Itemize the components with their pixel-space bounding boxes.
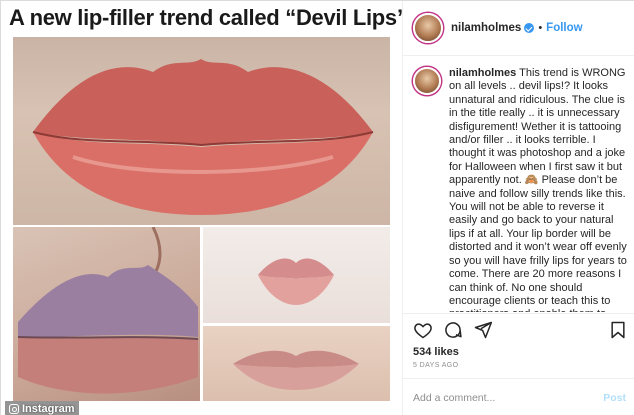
post-button[interactable]: Post [603,392,626,404]
lips-closeup-photo [13,37,390,225]
likes-count[interactable]: 534 likes [413,346,459,358]
caption-text: This trend is WRONG on all levels .. dev… [449,67,627,312]
lips-profile-photo [13,227,200,401]
follow-button[interactable]: Follow [546,22,582,34]
lips-profile-illustration [17,227,199,394]
post-side-panel: nilamholmes • Follow nilamholmes This tr… [402,1,634,415]
action-bar [403,313,634,345]
header-separator: • [538,22,543,34]
lips-wide-illustration [233,350,359,390]
comment-icon[interactable] [441,318,465,342]
instagram-watermark: Instagram [5,401,79,415]
avatar[interactable] [413,13,443,43]
caption-avatar[interactable] [413,67,441,95]
bookmark-icon[interactable] [606,318,630,342]
media-headline: A new lip-filler trend called “Devil Lip… [9,5,402,30]
post-media[interactable]: A new lip-filler trend called “Devil Lip… [1,1,402,415]
header-username[interactable]: nilamholmes [451,22,521,34]
instagram-camera-icon [9,403,19,414]
lips-front-illustration [258,258,334,305]
caption-username[interactable]: nilamholmes [449,67,516,79]
watermark-label: Instagram [22,402,75,415]
post-frame: A new lip-filler trend called “Devil Lip… [0,0,634,415]
verified-badge-icon [524,23,535,33]
caption-area[interactable]: nilamholmes This trend is WRONG on all l… [403,57,634,312]
post-header: nilamholmes • Follow [403,1,634,56]
comment-bar: Post [403,378,634,415]
lips-front-photo [203,227,390,323]
lips-closeup-illustration [32,59,374,215]
post-date[interactable]: 5 DAYS AGO [413,362,459,369]
heart-icon[interactable] [411,318,435,342]
share-icon[interactable] [471,318,495,342]
lips-wide-photo [203,326,390,401]
caption: nilamholmes This trend is WRONG on all l… [449,67,628,312]
comment-input[interactable] [413,391,604,404]
